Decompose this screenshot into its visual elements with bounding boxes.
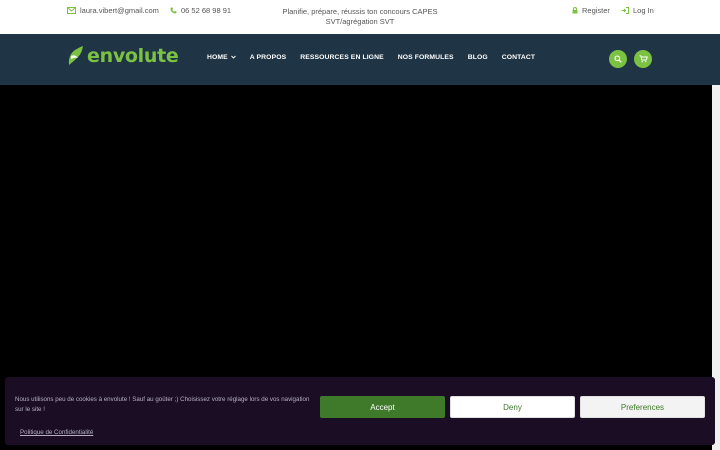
chevron-down-icon — [230, 54, 236, 61]
nav-a-propos[interactable]: A PROPOS — [250, 54, 286, 61]
nav-ressources-label[interactable]: RESSOURCES EN LIGNE — [300, 54, 383, 61]
privacy-policy-link[interactable]: Politique de Confidentialité — [20, 429, 93, 436]
main-nav: HOME A PROPOS RESSOURCES EN LIGNE NOS FO… — [207, 54, 549, 61]
lock-icon — [572, 7, 578, 14]
nav-home[interactable]: HOME — [207, 54, 236, 61]
nav-blog[interactable]: BLOG — [468, 54, 488, 61]
tagline: Planifie, prépare, réussis ton concours … — [282, 7, 438, 26]
page: laura.vibert@gmail.com 06 52 68 98 91 Pl… — [0, 0, 720, 450]
phone-text[interactable]: 06 52 68 98 91 — [181, 6, 231, 15]
nav-contact-label[interactable]: CONTACT — [502, 54, 535, 61]
accept-button[interactable]: Accept — [320, 396, 445, 418]
nav-home-label[interactable]: HOME — [207, 54, 228, 61]
site-logo[interactable]: envolute — [67, 45, 179, 67]
cart-button[interactable] — [634, 50, 652, 68]
contact-phone[interactable]: 06 52 68 98 91 — [170, 6, 231, 15]
login-icon — [621, 7, 629, 14]
cookie-message: Nous utilisons peu de cookies à envolute… — [15, 396, 310, 413]
login-link[interactable]: Log In — [621, 6, 654, 15]
search-button[interactable] — [609, 50, 627, 68]
contact-email[interactable]: laura.vibert@gmail.com — [67, 6, 159, 15]
logo-leaf-icon — [68, 46, 83, 65]
cart-icon — [639, 55, 648, 63]
preferences-button[interactable]: Preferences — [580, 396, 705, 418]
nav-contact[interactable]: CONTACT — [502, 54, 535, 61]
envelope-icon — [67, 7, 76, 14]
nav-ressources[interactable]: RESSOURCES EN LIGNE — [300, 54, 383, 61]
cookie-banner: Nous utilisons peu de cookies à envolute… — [5, 377, 715, 445]
register-link[interactable]: Register — [572, 6, 610, 15]
login-label[interactable]: Log In — [633, 6, 654, 15]
search-icon — [614, 55, 622, 63]
register-label[interactable]: Register — [582, 6, 610, 15]
nav-a-propos-label[interactable]: A PROPOS — [250, 54, 286, 61]
main-header: envolute HOME A PROPOS RESSOURCES EN LIG… — [0, 34, 720, 85]
nav-formules-label[interactable]: NOS FORMULES — [398, 54, 454, 61]
nav-formules[interactable]: NOS FORMULES — [398, 54, 454, 61]
email-text[interactable]: laura.vibert@gmail.com — [80, 6, 159, 15]
top-bar: laura.vibert@gmail.com 06 52 68 98 91 Pl… — [0, 0, 720, 34]
nav-blog-label[interactable]: BLOG — [468, 54, 488, 61]
phone-icon — [170, 7, 177, 14]
logo-text: envolute — [87, 45, 179, 67]
deny-button[interactable]: Deny — [450, 396, 575, 418]
